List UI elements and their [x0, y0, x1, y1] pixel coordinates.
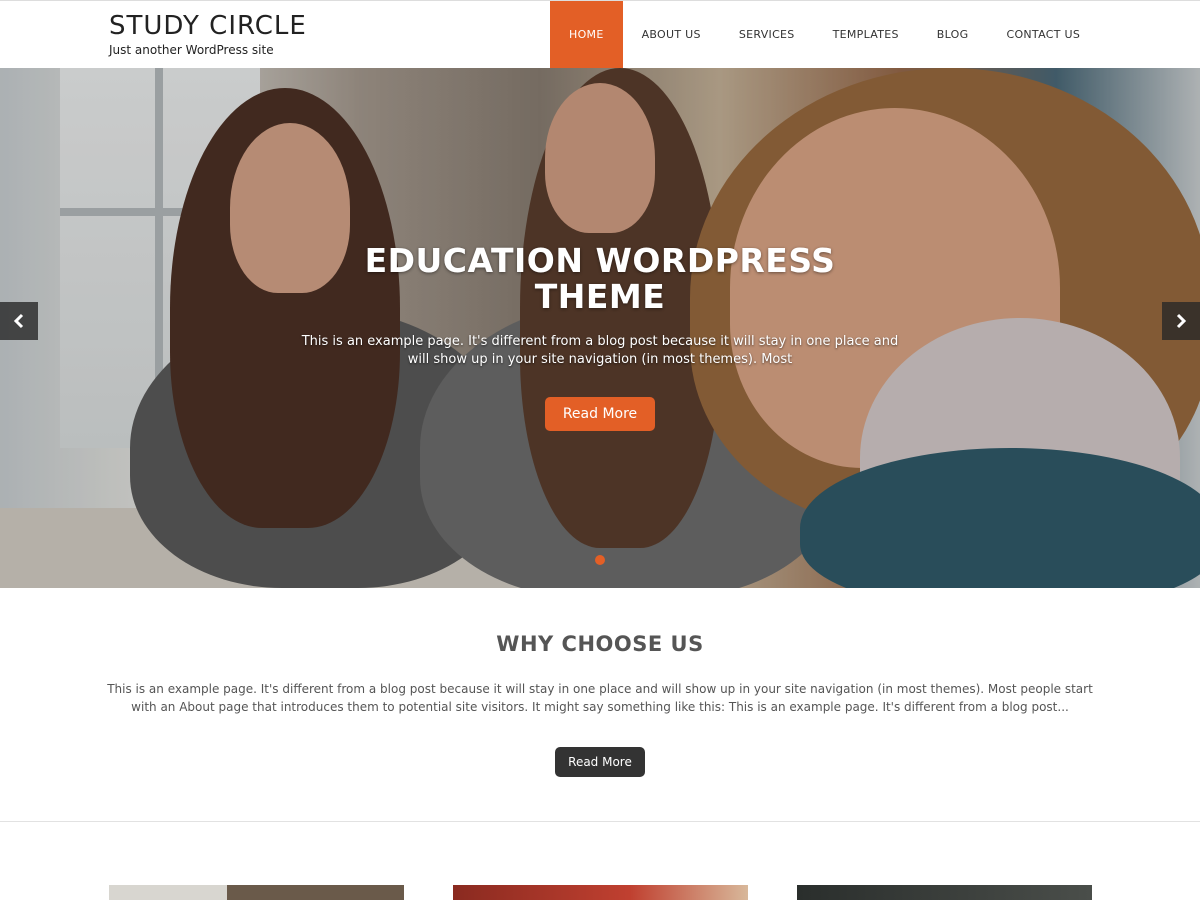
hero-caption: EDUCATION WORDPRESS THEME This is an exa…	[300, 243, 900, 431]
service-thumbnail-2[interactable]	[453, 885, 748, 900]
nav-item-contact-us[interactable]: CONTACT US	[987, 1, 1099, 68]
service-thumbnail-1[interactable]	[109, 885, 404, 900]
site-tagline: Just another WordPress site	[109, 43, 274, 57]
nav-item-templates[interactable]: TEMPLATES	[814, 1, 918, 68]
section-text: This is an example page. It's different …	[107, 682, 1093, 714]
why-choose-us-section: WHY CHOOSE US This is an example page. I…	[0, 588, 1200, 822]
site-header: STUDY CIRCLE Just another WordPress site…	[0, 0, 1200, 68]
hero-read-more-button[interactable]: Read More	[544, 397, 656, 431]
slider-prev-button[interactable]	[0, 302, 38, 340]
nav-item-about-us[interactable]: ABOUT US	[623, 1, 720, 68]
chevron-left-icon	[13, 313, 24, 329]
service-thumbnail-3[interactable]	[797, 885, 1092, 900]
nav-item-blog[interactable]: BLOG	[918, 1, 988, 68]
brand[interactable]: STUDY CIRCLE Just another WordPress site	[109, 9, 307, 57]
hero-slider: EDUCATION WORDPRESS THEME This is an exa…	[0, 68, 1200, 588]
why-read-more-button[interactable]: Read More	[555, 747, 645, 777]
slider-pagination-dot[interactable]	[595, 555, 605, 565]
nav-item-home[interactable]: HOME	[550, 1, 623, 68]
chevron-right-icon	[1176, 313, 1187, 329]
site-title[interactable]: STUDY CIRCLE	[109, 9, 307, 43]
main-nav: HOME ABOUT US SERVICES TEMPLATES BLOG CO…	[550, 1, 1099, 68]
hero-title: EDUCATION WORDPRESS THEME	[364, 241, 836, 316]
section-title: WHY CHOOSE US	[496, 632, 704, 656]
slider-next-button[interactable]	[1162, 302, 1200, 340]
nav-item-services[interactable]: SERVICES	[720, 1, 814, 68]
hero-text: This is an example page. It's different …	[301, 334, 899, 367]
